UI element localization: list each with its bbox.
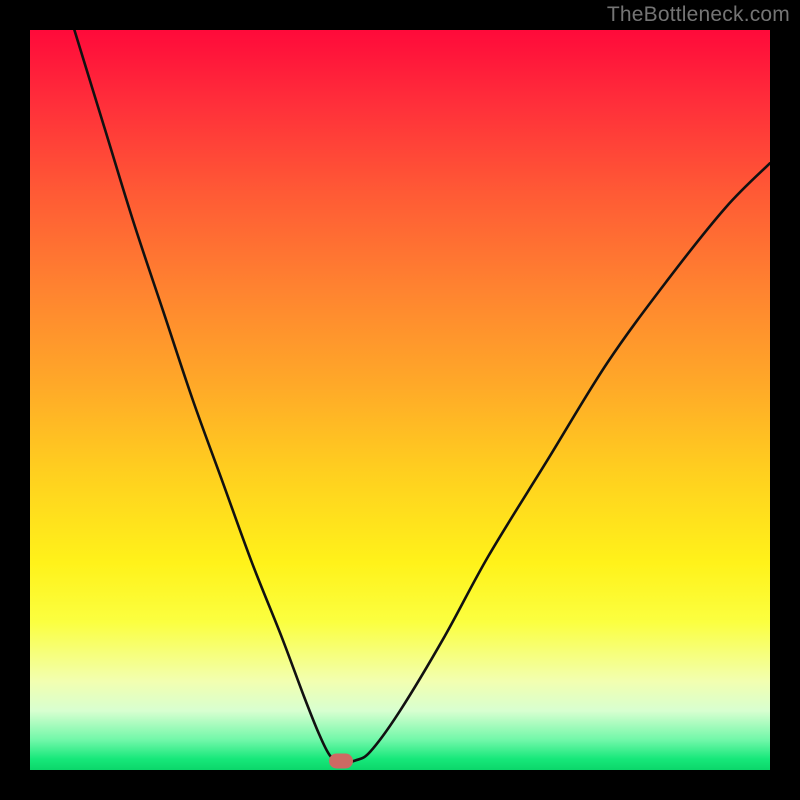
watermark-text: TheBottleneck.com bbox=[607, 3, 790, 27]
chart-frame: TheBottleneck.com bbox=[0, 0, 800, 800]
optimal-point-marker bbox=[329, 754, 353, 769]
bottleneck-curve bbox=[30, 30, 770, 770]
plot-area bbox=[30, 30, 770, 770]
